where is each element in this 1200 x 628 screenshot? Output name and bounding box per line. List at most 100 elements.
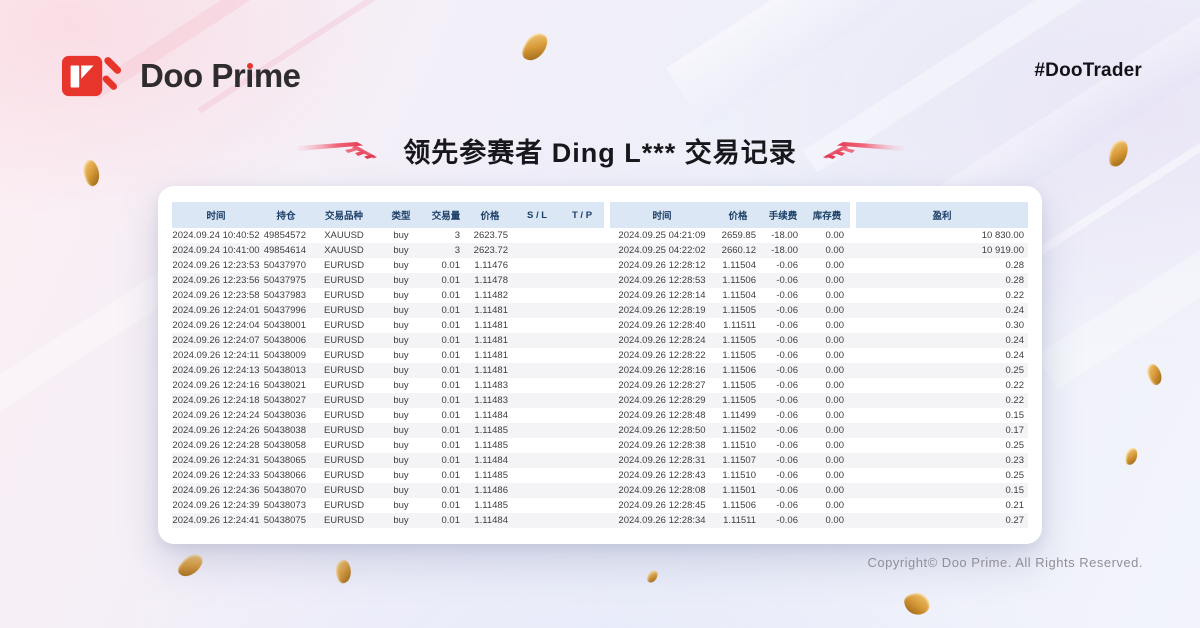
cell-time2: 2024.09.26 12:28:29 [610,393,714,408]
table-body: 2024.09.24 10:40:5249854572XAUUSDbuy3262… [172,228,1028,528]
red-dot-icon [247,63,253,69]
cell-comm: -0.06 [762,423,804,438]
cell-sl [514,318,560,333]
cell-price: 1.11481 [466,333,514,348]
brand-name-part: Doo Pr [140,57,245,94]
cell-type: buy [376,423,426,438]
cell-tp [560,393,604,408]
cell-sl [514,363,560,378]
column-header-type: 类型 [376,202,426,228]
cell-tp [560,333,604,348]
cell-time2: 2024.09.26 12:28:40 [610,318,714,333]
cell-price: 1.11482 [466,288,514,303]
cell-vol: 3 [426,243,466,258]
cell-profit: 0.24 [856,303,1028,318]
gold-confetti [519,29,551,65]
table-row: 2024.09.24 10:41:0049854614XAUUSDbuy3262… [172,243,1028,258]
cell-price2: 1.11506 [714,498,762,513]
column-header-vol: 交易量 [426,202,466,228]
cell-time: 2024.09.26 12:23:56 [172,273,260,288]
cell-sym: EURUSD [312,483,376,498]
gold-confetti [903,590,932,617]
cell-vol: 0.01 [426,453,466,468]
title-row: 领先参赛者 Ding L*** 交易记录 [0,131,1200,170]
cell-pos: 50438013 [260,363,312,378]
cell-price: 1.11486 [466,483,514,498]
cell-comm: -0.06 [762,363,804,378]
cell-vol: 0.01 [426,288,466,303]
cell-pos: 50438058 [260,438,312,453]
cell-price: 1.11485 [466,498,514,513]
brand-logo: Doo Prıme [62,52,301,100]
cell-pos: 49854614 [260,243,312,258]
cell-tp [560,348,604,363]
speed-lines-left-icon [297,140,381,162]
cell-sl [514,348,560,363]
cell-tp [560,483,604,498]
column-header-comm: 手续费 [762,202,804,228]
cell-tp [560,468,604,483]
cell-sym: EURUSD [312,453,376,468]
cell-swap: 0.00 [804,483,850,498]
cell-swap: 0.00 [804,273,850,288]
cell-pos: 50438001 [260,318,312,333]
cell-type: buy [376,468,426,483]
cell-type: buy [376,258,426,273]
cell-comm: -0.06 [762,408,804,423]
cell-type: buy [376,303,426,318]
cell-comm: -0.06 [762,453,804,468]
cell-tp [560,273,604,288]
column-header-tp: T / P [560,202,604,228]
cell-profit: 0.30 [856,318,1028,333]
cell-pos: 50437970 [260,258,312,273]
cell-vol: 0.01 [426,318,466,333]
cell-price: 2623.75 [466,228,514,243]
cell-time2: 2024.09.26 12:28:53 [610,273,714,288]
cell-profit: 0.25 [856,438,1028,453]
cell-price2: 1.11510 [714,468,762,483]
cell-time2: 2024.09.26 12:28:16 [610,363,714,378]
cell-comm: -18.00 [762,228,804,243]
cell-time2: 2024.09.26 12:28:38 [610,438,714,453]
cell-time2: 2024.09.26 12:28:27 [610,378,714,393]
cell-type: buy [376,438,426,453]
cell-type: buy [376,243,426,258]
table-row: 2024.09.26 12:24:3150438065EURUSDbuy0.01… [172,453,1028,468]
cell-tp [560,498,604,513]
cell-time: 2024.09.26 12:24:31 [172,453,260,468]
cell-time2: 2024.09.26 12:28:48 [610,408,714,423]
cell-sym: XAUUSD [312,228,376,243]
cell-tp [560,288,604,303]
cell-vol: 0.01 [426,513,466,528]
brand-name-part: me [254,57,301,94]
table-row: 2024.09.26 12:24:0750438006EURUSDbuy0.01… [172,333,1028,348]
cell-type: buy [376,513,426,528]
cell-sl [514,288,560,303]
cell-vol: 0.01 [426,438,466,453]
cell-comm: -0.06 [762,483,804,498]
cell-tp [560,453,604,468]
cell-sym: EURUSD [312,288,376,303]
cell-profit: 0.27 [856,513,1028,528]
cell-sym: EURUSD [312,438,376,453]
cell-vol: 0.01 [426,363,466,378]
cell-time: 2024.09.26 12:24:28 [172,438,260,453]
cell-price2: 1.11505 [714,333,762,348]
cell-sl [514,228,560,243]
cell-profit: 0.15 [856,483,1028,498]
table-row: 2024.09.26 12:24:2450438036EURUSDbuy0.01… [172,408,1028,423]
cell-pos: 50438006 [260,333,312,348]
cell-tp [560,258,604,273]
speed-lines-right-icon [819,140,903,162]
background-streak [1037,171,1200,390]
cell-sym: EURUSD [312,273,376,288]
cell-price: 1.11485 [466,438,514,453]
cell-time: 2024.09.26 12:24:36 [172,483,260,498]
cell-time2: 2024.09.26 12:28:12 [610,258,714,273]
table-header-row: 时间持仓交易品种类型交易量价格S / LT / P时间价格手续费库存费盈利 [172,202,1028,228]
cell-time: 2024.09.26 12:23:53 [172,258,260,273]
cell-sl [514,393,560,408]
cell-sym: EURUSD [312,363,376,378]
column-header-swap: 库存费 [804,202,850,228]
cell-price2: 1.11506 [714,273,762,288]
